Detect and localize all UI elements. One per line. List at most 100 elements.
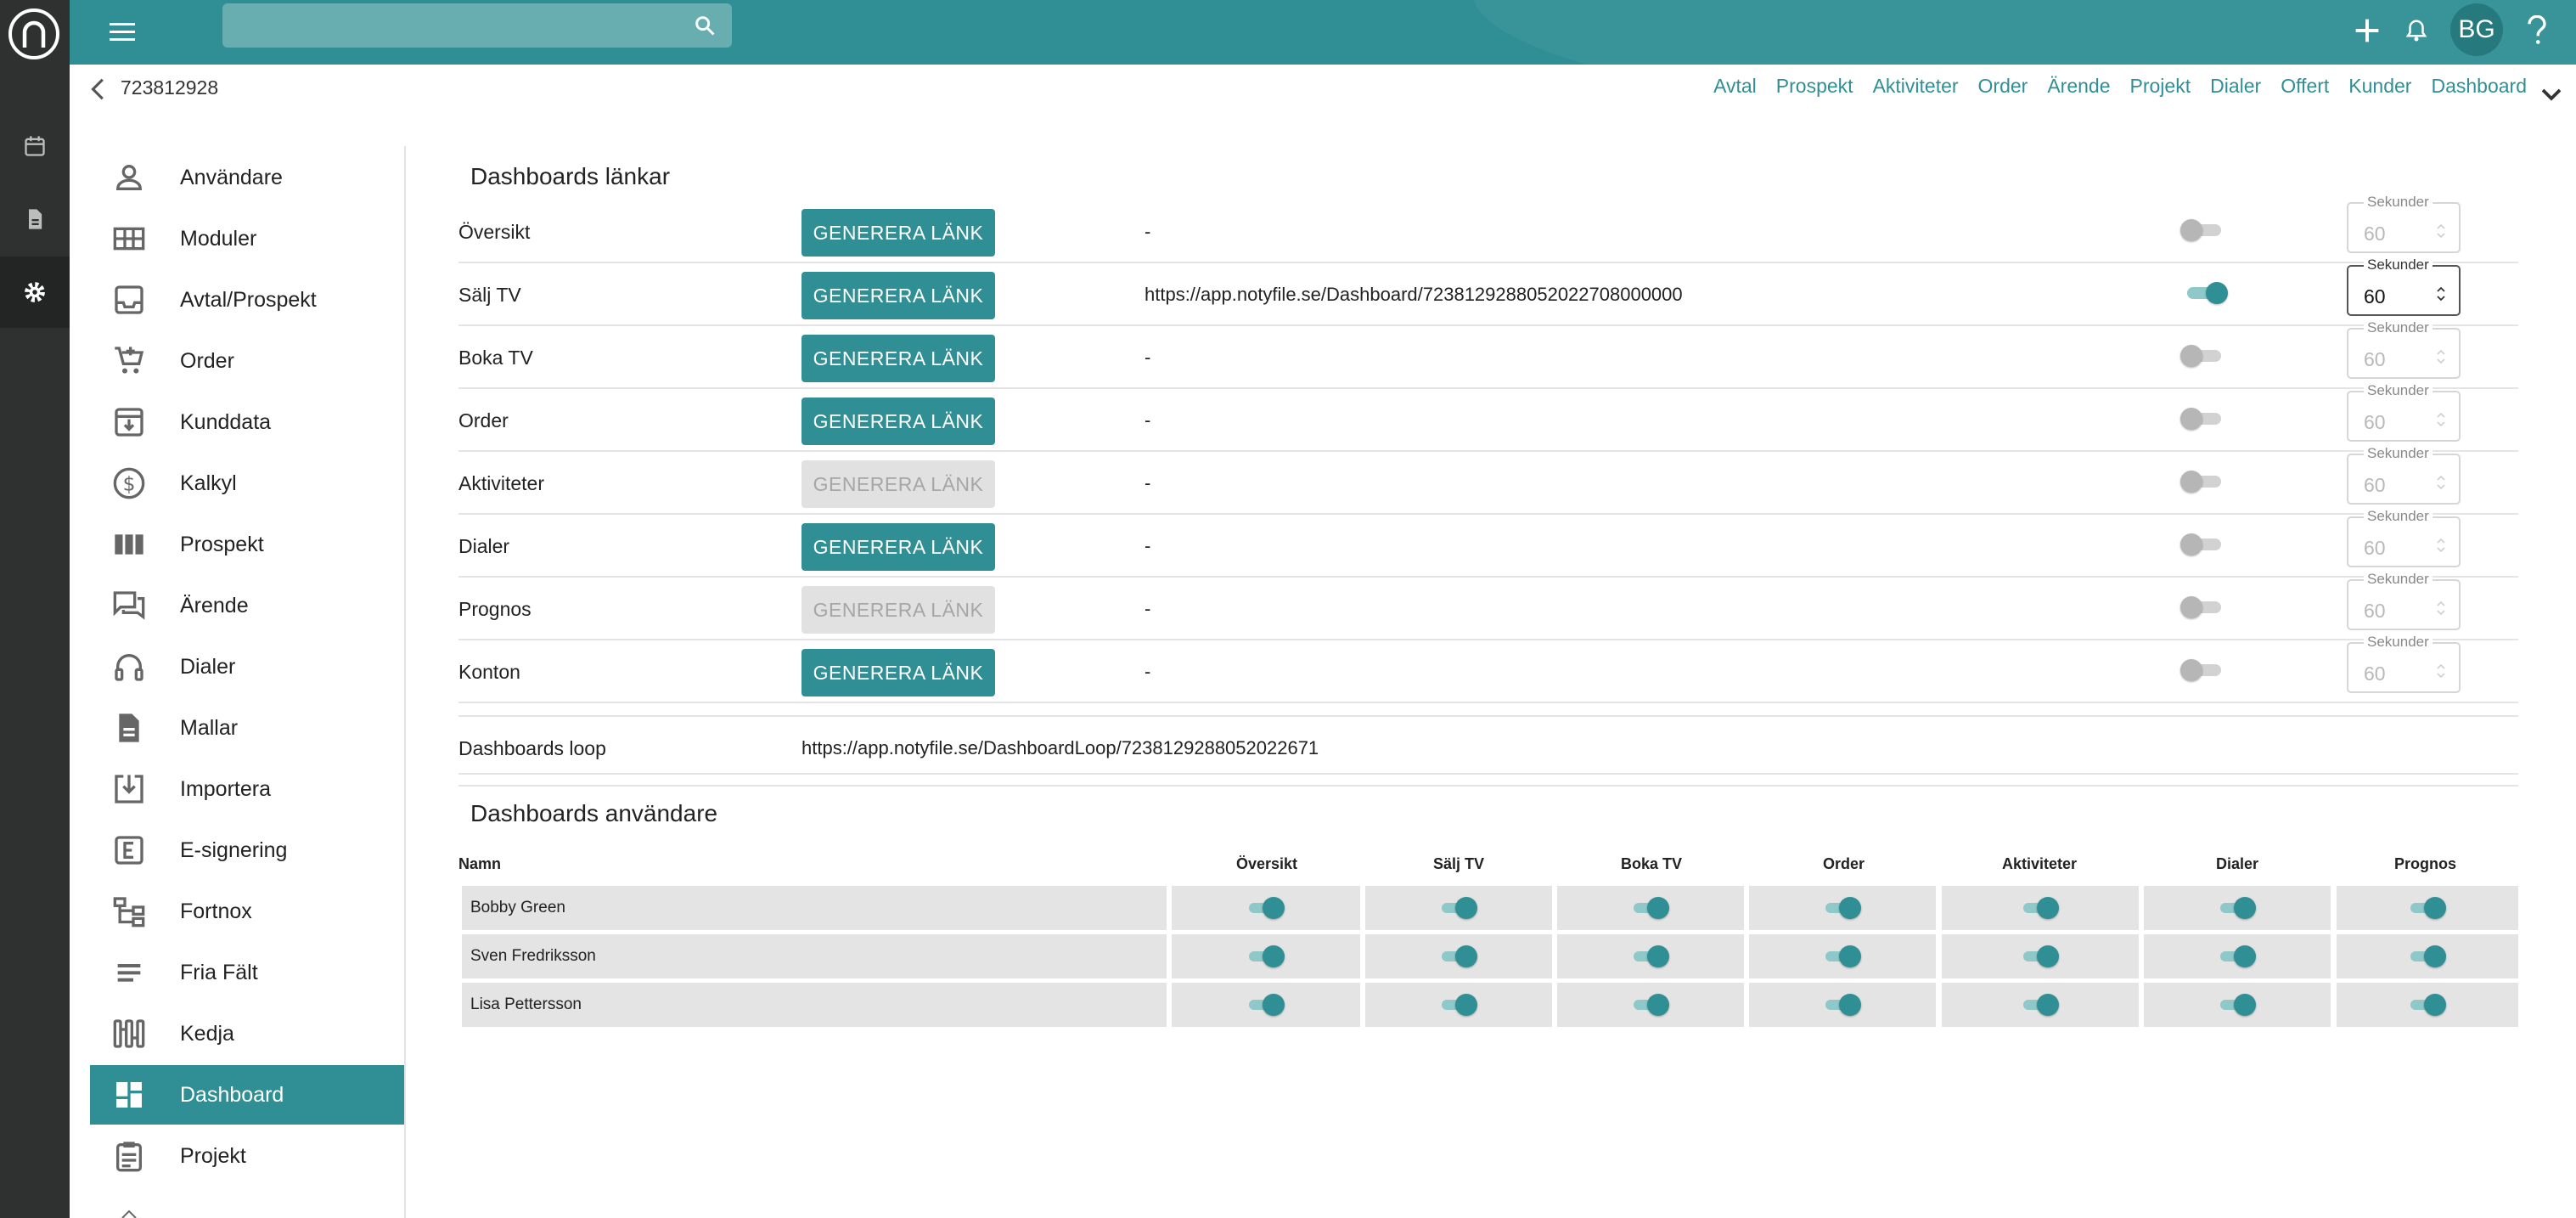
spinner-icon (2437, 601, 2445, 616)
row-toggle[interactable] (2180, 532, 2228, 557)
generate-link-button[interactable]: GENERERA LÄNK (801, 272, 995, 319)
search-input[interactable] (222, 3, 732, 48)
permission-toggle[interactable] (2022, 945, 2059, 967)
generate-link-button[interactable]: GENERERA LÄNK (801, 398, 995, 445)
permission-toggle[interactable] (1440, 994, 1477, 1016)
quicklink-dialer[interactable]: Dialer (2210, 75, 2261, 98)
sidebar-item-projekt[interactable]: Projekt (90, 1126, 404, 1186)
sidebar-item-importera[interactable]: Importera (90, 759, 404, 819)
sidebar-item-e-signering[interactable]: E-signering (90, 820, 404, 880)
permission-toggle[interactable] (1824, 994, 1861, 1016)
seconds-field[interactable]: Sekunder 60 (2347, 382, 2461, 442)
generate-link-button[interactable]: GENERERA LÄNK (801, 523, 995, 571)
permission-toggle[interactable] (1824, 897, 1861, 919)
permission-toggle[interactable] (1632, 994, 1669, 1016)
permission-toggle[interactable] (2409, 945, 2446, 967)
permission-toggle[interactable] (2022, 897, 2059, 919)
sidebar-item-fria-falt[interactable]: Fria Fält (90, 943, 404, 1002)
spinner-icon[interactable] (2435, 284, 2447, 304)
sidebar-item-avtal-prospekt[interactable]: Avtal/Prospekt (90, 270, 404, 330)
menu-button[interactable] (102, 12, 143, 53)
sidebar-item-mallar[interactable]: Mallar (90, 698, 404, 758)
permission-toggle[interactable] (2219, 994, 2256, 1016)
row-link: - (1145, 472, 1151, 493)
seconds-label: Sekunder (2364, 508, 2433, 525)
permission-toggle[interactable] (2409, 897, 2446, 919)
seconds-field[interactable]: Sekunder 60 (2347, 634, 2461, 693)
sidebar-item-kunddata[interactable]: Kunddata (90, 392, 404, 452)
permission-toggle[interactable] (1247, 994, 1285, 1016)
seconds-field[interactable]: Sekunder 60 (2347, 257, 2461, 316)
permission-toggle[interactable] (1632, 897, 1669, 919)
rail-settings-button[interactable] (0, 257, 70, 328)
sidebar-item-kalkyl[interactable]: $ Kalkyl (90, 454, 404, 513)
quicklink-kunder[interactable]: Kunder (2348, 75, 2411, 98)
permission-cell (1557, 886, 1744, 930)
generate-link-button[interactable]: GENERERA LÄNK (801, 209, 995, 257)
columns-icon (110, 526, 148, 563)
permission-toggle[interactable] (1440, 945, 1477, 967)
seconds-field[interactable]: Sekunder 60 (2347, 571, 2461, 630)
seconds-field[interactable]: Sekunder 60 (2347, 445, 2461, 505)
row-toggle[interactable] (2180, 406, 2228, 431)
generate-link-button[interactable]: GENERERA LÄNK (801, 335, 995, 382)
row-toggle[interactable] (2180, 280, 2228, 306)
help-button[interactable] (2515, 8, 2559, 53)
sidebar-item-label: Avtal/Prospekt (180, 287, 317, 312)
sidebar-item-order[interactable]: Order (90, 331, 404, 391)
generate-link-button[interactable]: GENERERA LÄNK (801, 649, 995, 696)
sidebar-item-label: Dashboard (180, 1082, 284, 1107)
row-toggle[interactable] (2180, 657, 2228, 683)
permission-toggle[interactable] (1247, 945, 1285, 967)
row-toggle[interactable] (2180, 469, 2228, 494)
seconds-field[interactable]: Sekunder 60 (2347, 508, 2461, 567)
avatar[interactable]: BG (2450, 3, 2503, 56)
row-link: - (1145, 661, 1151, 682)
gear-icon (25, 282, 45, 302)
row-link: - (1145, 221, 1151, 242)
sidebar-item-arende[interactable]: Ärende (90, 576, 404, 635)
rail-calendar-button[interactable] (0, 110, 70, 182)
quicklink-order[interactable]: Order (1978, 75, 2028, 98)
row-toggle[interactable] (2180, 595, 2228, 620)
permission-toggle[interactable] (2409, 994, 2446, 1016)
more-items-icon (119, 1206, 139, 1218)
quicklink-projekt[interactable]: Projekt (2130, 75, 2191, 98)
sidebar-item-kedja[interactable]: Kedja (90, 1004, 404, 1063)
permission-cell (1172, 983, 1360, 1027)
permission-toggle[interactable] (2022, 994, 2059, 1016)
seconds-field[interactable]: Sekunder 60 (2347, 319, 2461, 379)
quicklink-avtal[interactable]: Avtal (1713, 75, 1757, 98)
chevron-down-icon[interactable] (2539, 82, 2564, 107)
sidebar-item-dialer[interactable]: Dialer (90, 637, 404, 696)
sidebar-item-moduler[interactable]: Moduler (90, 209, 404, 268)
quicklink-prospekt[interactable]: Prospekt (1776, 75, 1853, 98)
add-button[interactable] (2345, 8, 2389, 53)
seconds-field[interactable]: Sekunder 60 (2347, 194, 2461, 253)
sidebar-item-prospekt[interactable]: Prospekt (90, 515, 404, 574)
row-name: Sälj TV (458, 284, 521, 306)
sidebar-item-dashboard[interactable]: Dashboard (90, 1065, 404, 1125)
quicklink-dashboard[interactable]: Dashboard (2431, 75, 2527, 98)
permission-toggle[interactable] (2219, 897, 2256, 919)
loop-link[interactable]: https://app.notyfile.se/DashboardLoop/72… (801, 737, 1319, 759)
quicklink-offert[interactable]: Offert (2281, 75, 2329, 98)
permission-toggle[interactable] (1440, 897, 1477, 919)
sidebar-item-fortnox[interactable]: Fortnox (90, 882, 404, 941)
permission-toggle[interactable] (2219, 945, 2256, 967)
search-icon[interactable] (693, 14, 717, 37)
quicklink-arende[interactable]: Ärende (2047, 75, 2110, 98)
back-arrow-icon[interactable] (87, 76, 112, 102)
permission-toggle[interactable] (1247, 897, 1285, 919)
row-toggle[interactable] (2180, 217, 2228, 243)
row-link[interactable]: https://app.notyfile.se/Dashboard/723812… (1145, 284, 1683, 306)
row-toggle[interactable] (2180, 343, 2228, 369)
app-logo-icon[interactable] (7, 7, 61, 61)
section-title-dashboards-links: Dashboards länkar (470, 163, 671, 189)
quicklink-aktiviteter[interactable]: Aktiviteter (1873, 75, 1959, 98)
sidebar-item-anvandare[interactable]: Användare (90, 148, 404, 207)
permission-toggle[interactable] (1632, 945, 1669, 967)
notifications-button[interactable] (2394, 8, 2438, 53)
rail-documents-button[interactable] (0, 183, 70, 255)
permission-toggle[interactable] (1824, 945, 1861, 967)
